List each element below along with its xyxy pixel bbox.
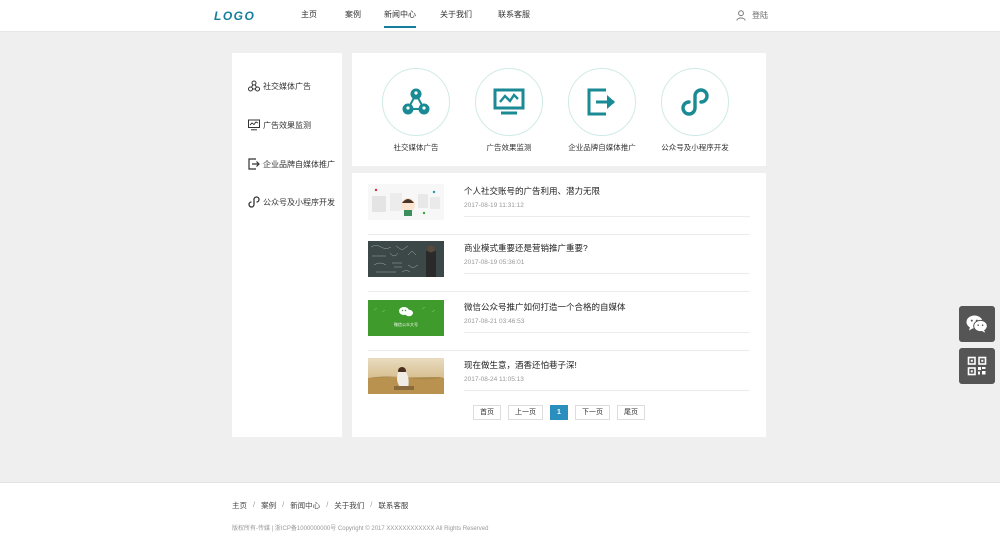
news-title[interactable]: 商业模式重要还是营销推广重要? (464, 242, 588, 254)
category-label: 公众号及小程序开发 (661, 143, 729, 152)
news-date: 2017-08-19 05:36:01 (464, 259, 525, 266)
logo[interactable]: LOGO (214, 9, 255, 23)
nav-item-news[interactable]: 新闻中心 (384, 0, 416, 32)
footer-link-contact[interactable]: 联系客服 (378, 500, 408, 511)
export-icon (248, 158, 260, 170)
qrcode-float-button[interactable] (959, 348, 995, 384)
news-title[interactable]: 个人社交账号的广告利用、潜力无限 (464, 185, 600, 197)
divider (464, 273, 750, 274)
divider (464, 332, 750, 333)
category-label: 社交媒体广告 (393, 143, 439, 152)
prev-page-button[interactable]: 上一页 (508, 405, 544, 420)
monitor-chart-icon (248, 119, 260, 131)
divider (464, 216, 750, 217)
mini-program-icon (248, 196, 260, 208)
footer-separator: / (370, 500, 373, 509)
news-title[interactable]: 微信公众号推广如何打造一个合格的自媒体 (464, 301, 626, 313)
category-ad-monitor[interactable]: 广告效果监测 (459, 68, 559, 153)
nav-item-about[interactable]: 关于我们 (440, 0, 472, 32)
footer: 主页 / 案例 / 新闻中心 / 关于我们 / 联系客服 版权所有-传媒 | 浙… (0, 482, 1000, 542)
category-label: 企业品牌自媒体推广 (568, 143, 636, 152)
nav-item-home[interactable]: 主页 (288, 0, 330, 32)
wechat-float-button[interactable] (959, 306, 995, 342)
news-thumbnail[interactable] (368, 358, 444, 394)
sidebar-item-mini-program[interactable]: 公众号及小程序开发 (248, 196, 335, 208)
export-icon (587, 88, 615, 116)
last-page-button[interactable]: 尾页 (616, 405, 645, 420)
news-thumbnail[interactable]: 微信公众大号 (368, 300, 444, 336)
category-label: 广告效果监测 (486, 143, 532, 152)
page-button-current[interactable]: 1 (550, 405, 568, 420)
login-link[interactable]: 登陆 (736, 10, 768, 21)
news-thumbnail[interactable] (368, 241, 444, 277)
divider (368, 350, 750, 351)
news-date: 2017-08-24 11:05:13 (464, 376, 524, 383)
footer-separator: / (326, 500, 329, 509)
social-share-icon (402, 88, 430, 115)
category-icon-circle (568, 68, 636, 136)
divider (368, 291, 750, 292)
sidebar-item-label: 社交媒体广告 (263, 81, 311, 91)
sidebar-item-label: 企业品牌自媒体推广 (263, 159, 335, 169)
mini-program-icon (681, 88, 709, 116)
footer-link-cases[interactable]: 案例 (261, 500, 276, 511)
pagination: 首页 上一页 1 下一页 尾页 (352, 405, 766, 420)
news-date: 2017-08-21 03:46:53 (464, 318, 525, 325)
category-icon-circle (382, 68, 450, 136)
login-label: 登陆 (752, 11, 768, 20)
category-icon-circle (475, 68, 543, 136)
news-item[interactable]: 商业模式重要还是营销推广重要? 2017-08-19 05:36:01 (368, 241, 750, 293)
sidebar: 社交媒体广告 广告效果监测 企业品牌自媒体推广 公众号及小程序开发 (232, 53, 342, 437)
wechat-icon (966, 315, 988, 333)
divider (464, 390, 750, 391)
nav-item-cases[interactable]: 案例 (330, 0, 376, 32)
news-date: 2017-08-19 11:31:12 (464, 202, 524, 209)
footer-link-news[interactable]: 新闻中心 (290, 500, 320, 511)
category-icon-circle (661, 68, 729, 136)
copyright-text: 版权所有-传媒 | 浙ICP备1000000000号 Copyright © 2… (232, 526, 489, 532)
category-panel: 社交媒体广告 广告效果监测 企业品牌自媒体推广 公众号及小程序开发 (352, 53, 766, 166)
category-mini-program[interactable]: 公众号及小程序开发 (645, 68, 745, 153)
user-icon (736, 10, 746, 21)
sidebar-item-label: 广告效果监测 (263, 120, 311, 130)
news-title[interactable]: 现在做生意，酒香还怕巷子深! (464, 359, 577, 371)
sidebar-item-ad-monitor[interactable]: 广告效果监测 (248, 119, 311, 131)
news-thumbnail[interactable] (368, 184, 444, 220)
divider (368, 234, 750, 235)
category-social-ads[interactable]: 社交媒体广告 (366, 68, 466, 153)
footer-link-home[interactable]: 主页 (232, 500, 247, 511)
thumbnail-caption: 微信公众大号 (394, 322, 418, 327)
first-page-button[interactable]: 首页 (473, 405, 502, 420)
sidebar-item-label: 公众号及小程序开发 (263, 197, 335, 207)
news-item[interactable]: 微信公众大号 微信公众号推广如何打造一个合格的自媒体 2017-08-21 03… (368, 300, 750, 352)
social-share-icon (248, 80, 260, 92)
footer-link-about[interactable]: 关于我们 (334, 500, 364, 511)
main-nav: 主页 案例 新闻中心 关于我们 联系客服 (288, 0, 530, 32)
next-page-button[interactable]: 下一页 (574, 405, 610, 420)
footer-separator: / (253, 500, 256, 509)
monitor-chart-icon (493, 88, 525, 115)
news-item[interactable]: 个人社交账号的广告利用、潜力无限 2017-08-19 11:31:12 (368, 184, 750, 236)
category-brand-media[interactable]: 企业品牌自媒体推广 (552, 68, 652, 153)
sidebar-item-brand-media[interactable]: 企业品牌自媒体推广 (248, 158, 335, 170)
footer-separator: / (282, 500, 285, 509)
nav-item-contact[interactable]: 联系客服 (498, 0, 530, 32)
top-header: LOGO 主页 案例 新闻中心 关于我们 联系客服 登陆 (0, 0, 1000, 32)
news-list: 个人社交账号的广告利用、潜力无限 2017-08-19 11:31:12 商业模… (352, 173, 766, 437)
qrcode-icon (967, 356, 987, 376)
sidebar-item-social-ads[interactable]: 社交媒体广告 (248, 80, 311, 92)
footer-nav: 主页 / 案例 / 新闻中心 / 关于我们 / 联系客服 (232, 500, 408, 511)
news-item[interactable]: 现在做生意，酒香还怕巷子深! 2017-08-24 11:05:13 (368, 358, 750, 410)
